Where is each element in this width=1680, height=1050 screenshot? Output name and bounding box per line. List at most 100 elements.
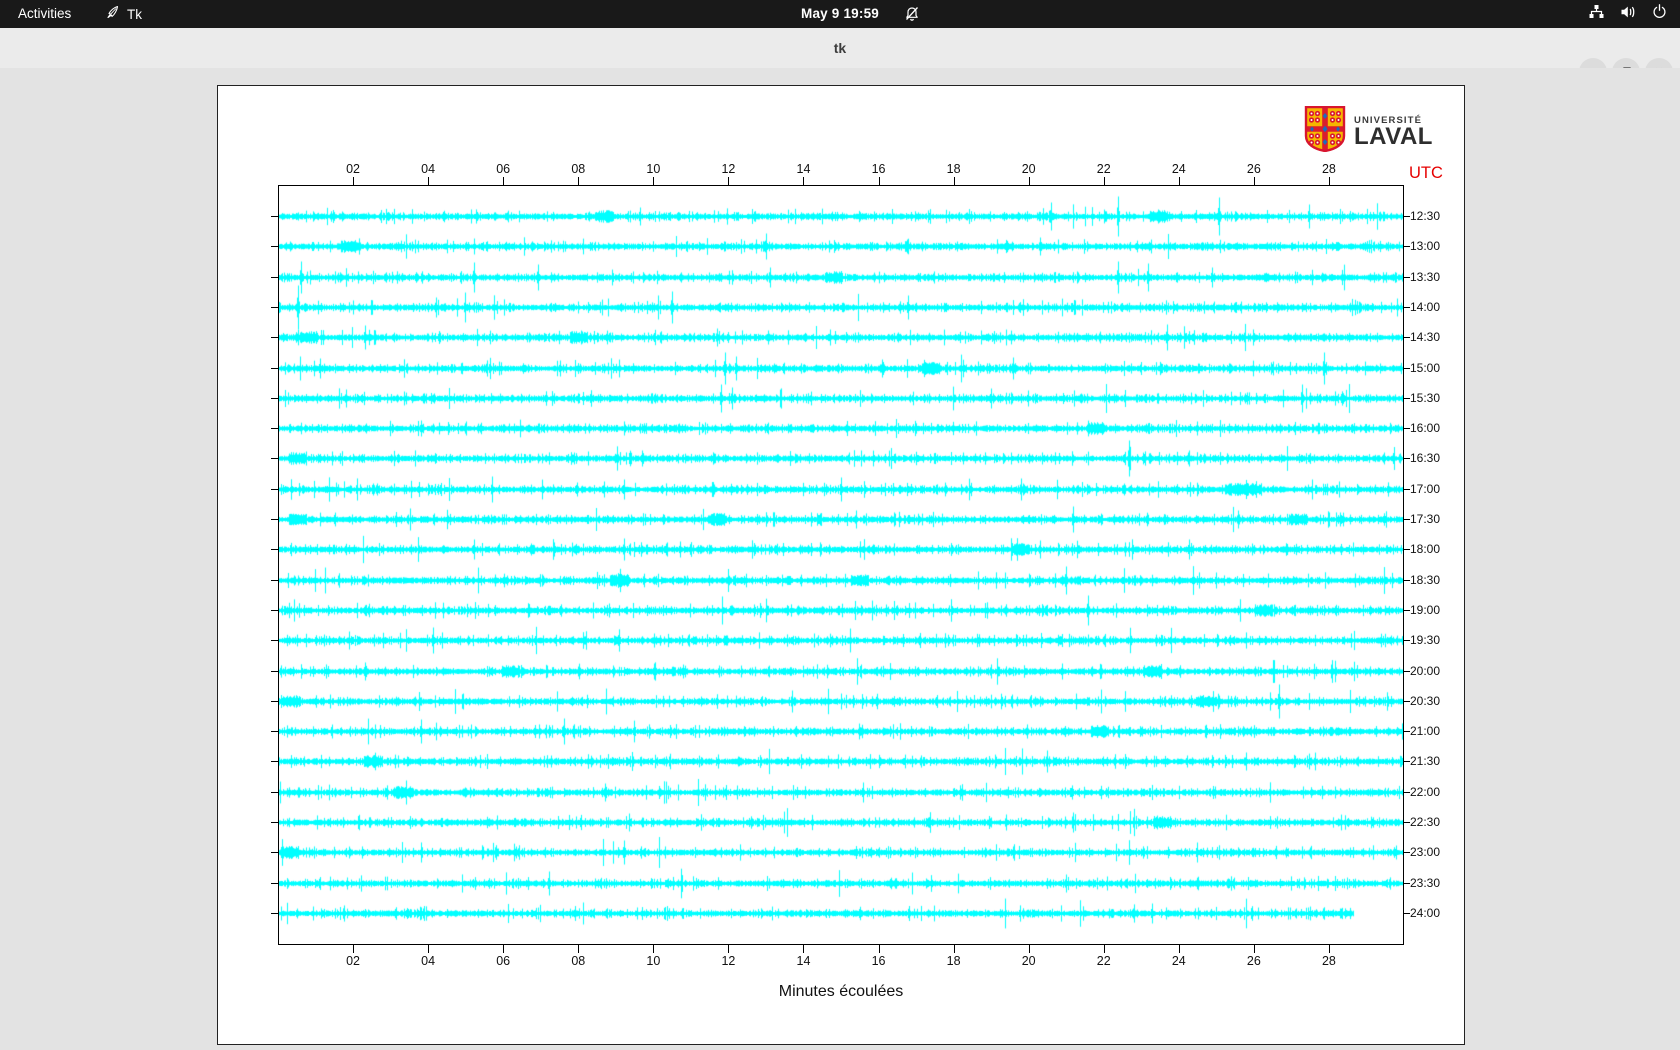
x-tick-bottom [803,945,805,953]
x-tick-label-bottom: 20 [1021,954,1036,968]
y-tick-left [271,579,278,581]
y-tick-left [271,397,278,399]
y-tick-right [1403,761,1410,763]
x-tick-top [1178,177,1180,185]
utc-time-label: 20:00 [1410,663,1441,678]
x-tick-bottom [653,945,655,953]
utc-time-label: 14:30 [1410,330,1441,345]
y-tick-right [1403,397,1410,399]
utc-time-label: 21:00 [1410,724,1441,739]
x-tick-label-bottom: 10 [646,954,661,968]
x-tick-label-top: 08 [571,162,586,176]
x-tick-label-top: 16 [871,162,886,176]
y-tick-left [271,488,278,490]
speaker-icon[interactable] [1619,3,1637,26]
y-tick-left [271,852,278,854]
y-tick-left [271,912,278,914]
utc-time-label: 22:30 [1410,815,1441,829]
y-tick-right [1403,670,1410,672]
x-tick-label-bottom: 14 [796,954,811,968]
x-tick-label-bottom: 24 [1171,954,1186,968]
y-tick-right [1403,852,1410,854]
utc-time-label: 18:00 [1410,542,1441,557]
y-tick-right [1403,609,1410,611]
y-tick-right [1403,276,1410,278]
x-tick-label-top: 02 [346,162,361,176]
y-tick-right [1403,731,1410,733]
x-tick-label-bottom: 06 [496,954,511,968]
utc-time-label: 13:00 [1410,239,1441,254]
x-tick-top [1253,177,1255,185]
utc-time-label: 19:00 [1410,602,1441,617]
logo-text-laval: LAVAL [1354,123,1433,150]
x-tick-label-top: 22 [1096,162,1111,176]
utc-time-label: 23:30 [1410,875,1441,890]
x-tick-top [353,177,355,185]
x-tick-bottom [1328,945,1330,953]
x-tick-bottom [428,945,430,953]
x-tick-label-top: 20 [1021,162,1036,176]
utc-time-label: 12:30 [1410,209,1441,223]
y-tick-left [271,428,278,430]
y-tick-right [1403,791,1410,793]
x-tick-label-top: 10 [646,162,661,176]
x-tick-top [728,177,730,185]
utc-time-label: 22:00 [1410,784,1441,799]
y-tick-left [271,670,278,672]
bell-disabled-icon [903,5,921,28]
y-tick-left [271,640,278,642]
x-tick-label-top: 28 [1321,162,1336,176]
y-tick-right [1403,822,1410,823]
x-tick-label-top: 18 [946,162,961,176]
y-tick-right [1403,488,1410,490]
x-tick-bottom [353,945,355,953]
x-tick-top [803,177,805,185]
x-tick-top [1103,177,1105,185]
y-tick-right [1403,549,1410,551]
y-tick-left [271,306,278,308]
y-tick-right [1403,579,1410,581]
utc-time-label: 17:30 [1410,512,1441,526]
x-tick-label-top: 24 [1171,162,1186,176]
wired-network-icon[interactable] [1588,3,1605,25]
utc-time-label: 16:00 [1410,421,1441,436]
x-tick-bottom [578,945,580,953]
utc-time-label: 23:00 [1410,845,1441,860]
utc-time-label: 19:30 [1410,633,1441,648]
x-tick-label-top: 14 [796,162,811,176]
x-tick-label-bottom: 28 [1321,954,1336,968]
gnome-top-bar: Activities Tk May 9 19:59 [0,0,1680,28]
y-tick-left [271,337,278,339]
x-tick-top [1328,177,1330,185]
x-tick-label-top: 26 [1246,162,1261,176]
seismograph-panel: Département de géologie et de génie géol… [217,85,1465,1045]
y-tick-right [1403,428,1410,430]
y-tick-right [1403,458,1410,460]
window-title: tk [833,40,847,56]
utc-time-label: 15:00 [1410,360,1441,375]
y-tick-right [1403,640,1410,642]
tk-window-content: Département de géologie et de génie géol… [0,68,1680,1050]
utc-time-label: 15:30 [1410,390,1441,405]
x-tick-top [1028,177,1030,185]
y-tick-right [1403,912,1410,914]
x-tick-top [578,177,580,185]
x-tick-top [503,177,505,185]
utc-axis-label: UTC [1409,164,1443,182]
y-tick-left [271,700,278,702]
utc-time-label: 20:30 [1410,693,1441,708]
x-tick-label-bottom: 08 [571,954,586,968]
y-tick-left [271,549,278,551]
y-tick-left [271,882,278,884]
y-tick-right [1403,700,1410,702]
x-tick-label-top: 04 [421,162,436,176]
clock[interactable]: May 9 19:59 [0,0,1680,28]
y-tick-left [271,519,278,520]
window-titlebar[interactable]: tk [0,28,1680,86]
power-icon[interactable] [1651,3,1668,25]
utc-time-label: 13:30 [1410,269,1441,284]
y-tick-right [1403,306,1410,308]
utc-time-label: 18:30 [1410,572,1441,587]
y-tick-left [271,761,278,763]
y-tick-left [271,367,278,369]
